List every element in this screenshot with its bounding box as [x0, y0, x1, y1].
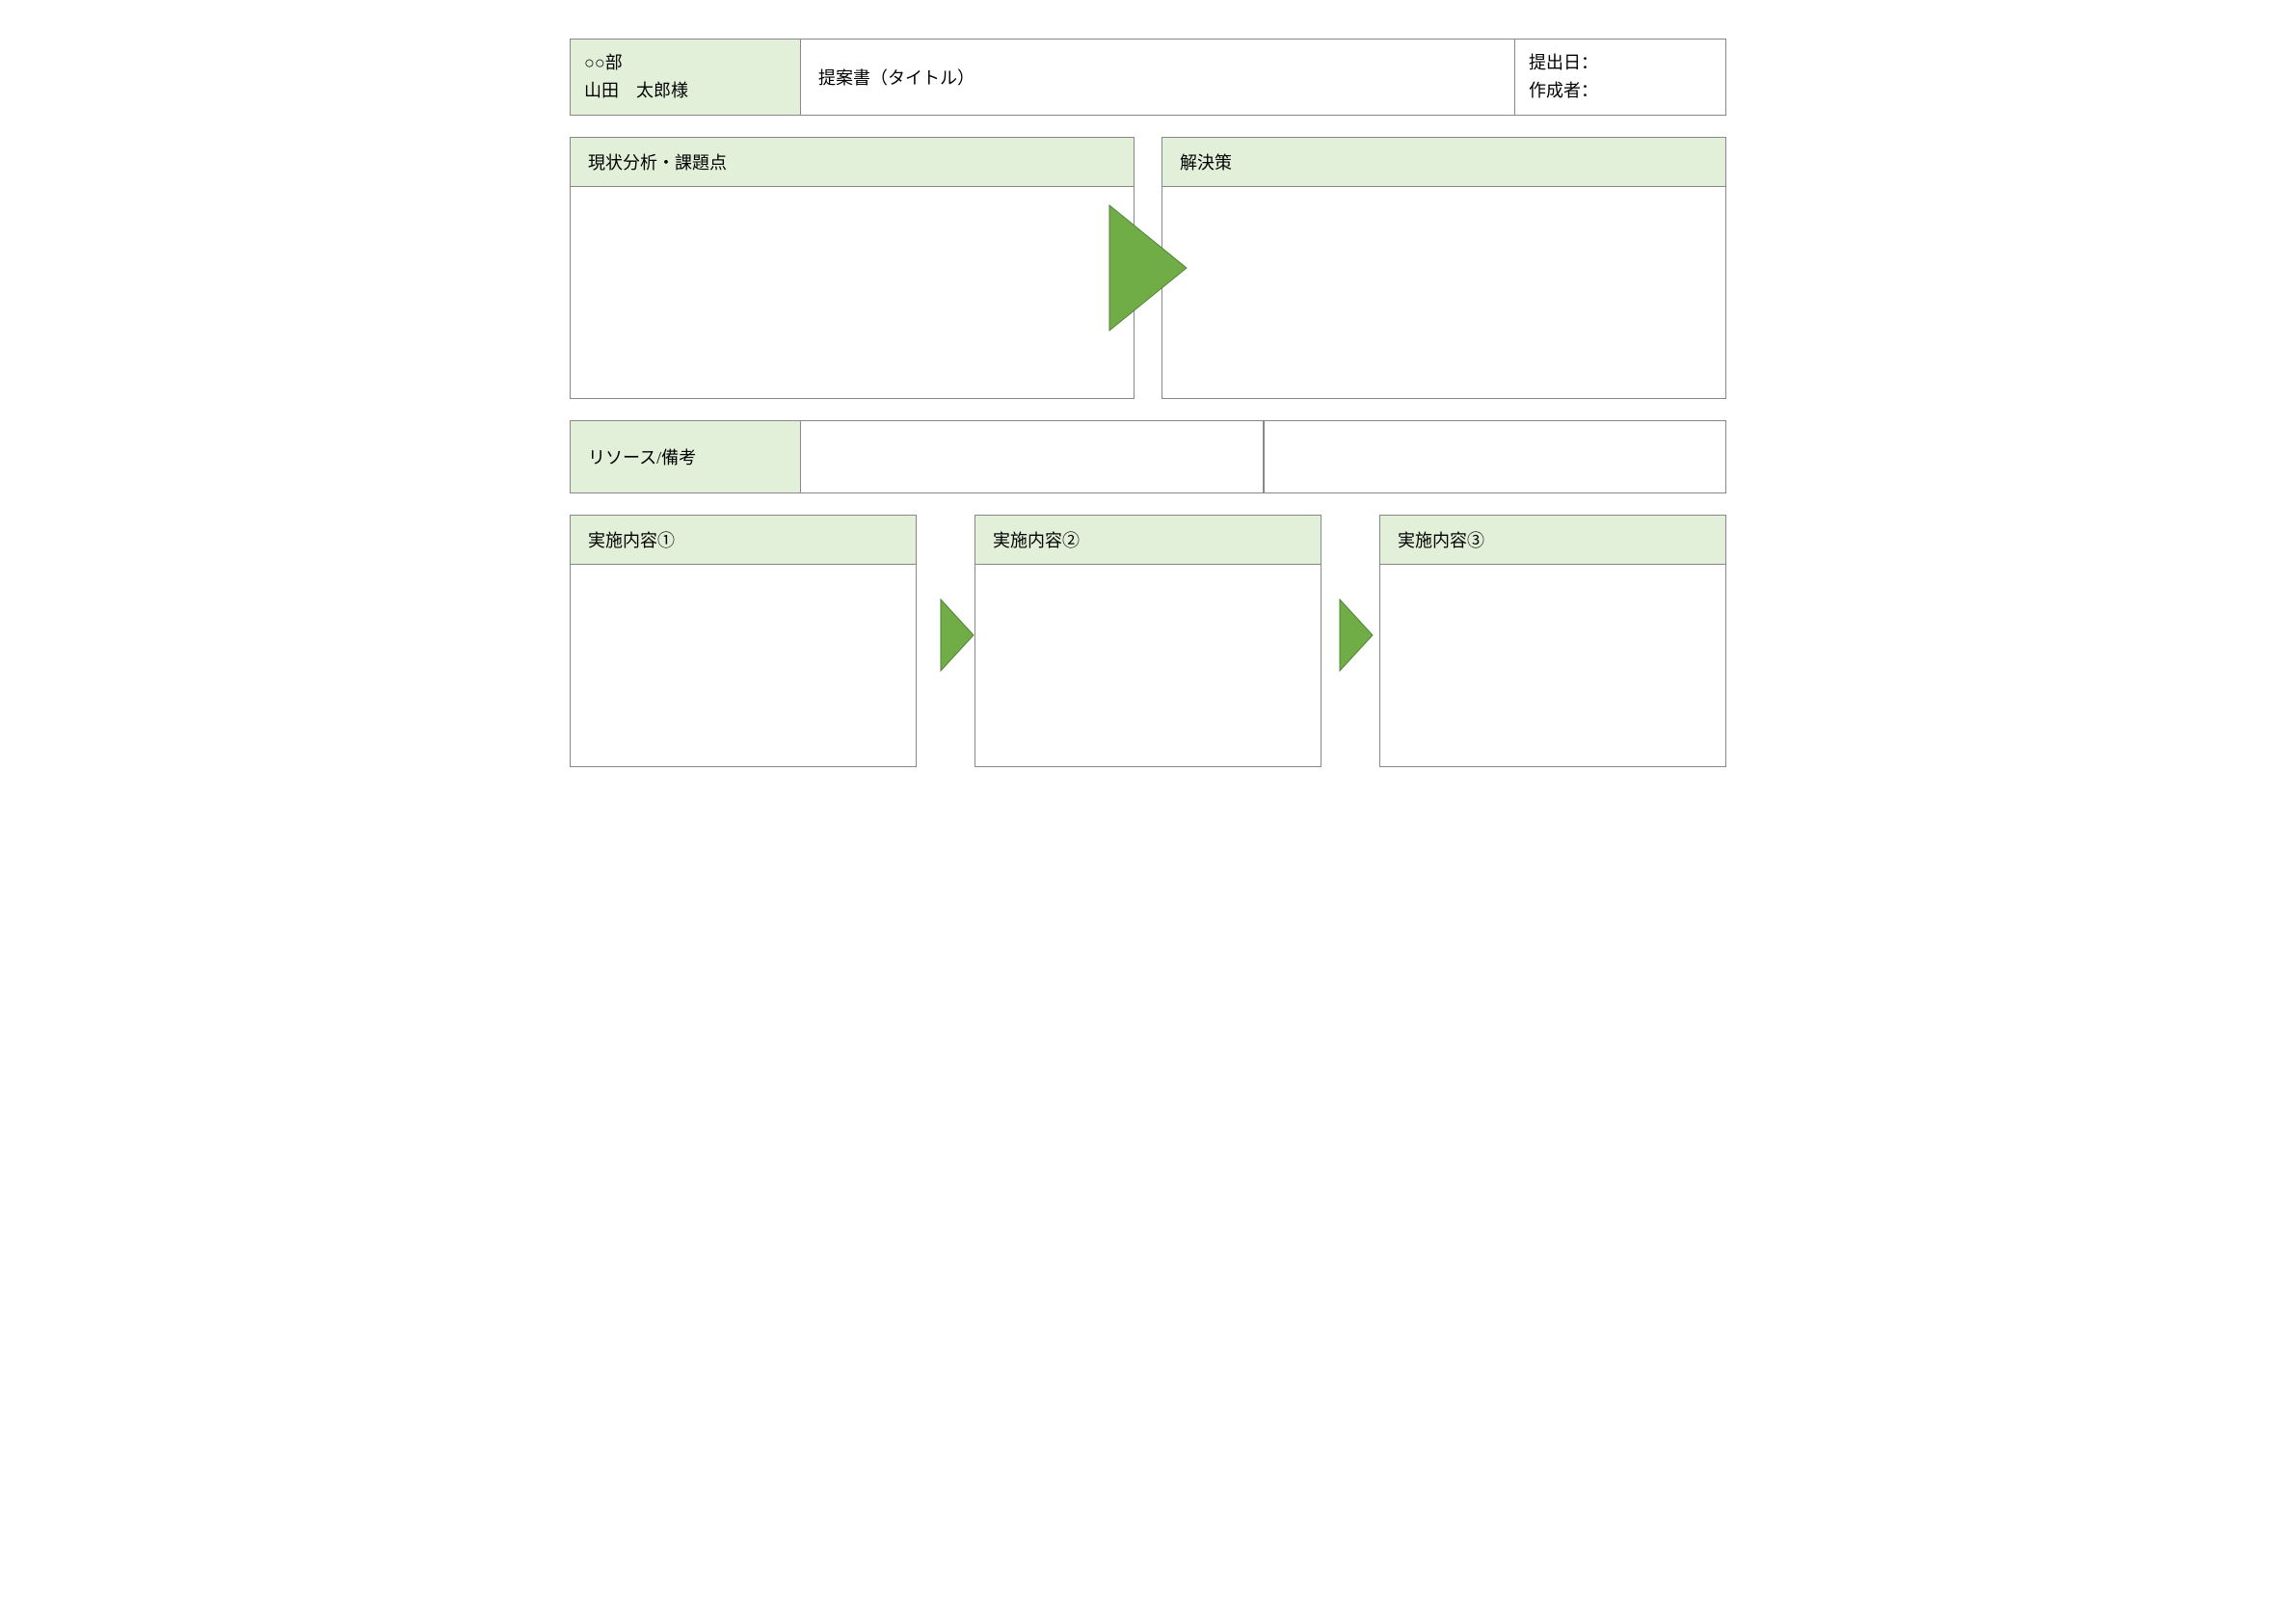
solution-panel: 解決策 — [1161, 137, 1726, 399]
steps-row: 実施内容① 実施内容② 実施内容③ — [570, 515, 1726, 767]
arrow-right-small-icon — [938, 597, 976, 674]
step-1: 実施内容① — [570, 515, 917, 767]
title-text: 提案書（タイトル） — [818, 65, 974, 90]
resources-row: リソース/備考 — [570, 420, 1726, 493]
proposal-template: ○○部 山田 太郎様 提案書（タイトル） 提出日： 作成者： 現状分析・課題点 … — [570, 39, 1726, 767]
step-2-body — [974, 565, 1322, 767]
meta-box: 提出日： 作成者： — [1514, 39, 1726, 116]
solution-body — [1161, 187, 1726, 399]
recipient-name: 山田 太郎様 — [584, 77, 787, 105]
department-text: ○○部 — [584, 49, 787, 77]
author-label: 作成者： — [1529, 77, 1712, 105]
resources-label: リソース/備考 — [570, 420, 801, 493]
step-3-title: 実施内容③ — [1379, 515, 1726, 565]
resources-cell-1 — [801, 420, 1264, 493]
step-3: 実施内容③ — [1379, 515, 1726, 767]
step-1-title: 実施内容① — [570, 515, 917, 565]
date-label: 提出日： — [1529, 49, 1712, 77]
analysis-title: 現状分析・課題点 — [570, 137, 1135, 187]
analysis-solution-row: 現状分析・課題点 解決策 — [570, 137, 1726, 399]
arrow-right-small-icon — [1337, 597, 1375, 674]
title-box: 提案書（タイトル） — [801, 39, 1514, 116]
analysis-panel: 現状分析・課題点 — [570, 137, 1135, 399]
step-1-body — [570, 565, 917, 767]
resources-cell-2 — [1264, 420, 1727, 493]
analysis-body — [570, 187, 1135, 399]
header-row: ○○部 山田 太郎様 提案書（タイトル） 提出日： 作成者： — [570, 39, 1726, 116]
step-2: 実施内容② — [974, 515, 1322, 767]
step-2-title: 実施内容② — [974, 515, 1322, 565]
solution-title: 解決策 — [1161, 137, 1726, 187]
recipient-box: ○○部 山田 太郎様 — [570, 39, 801, 116]
step-3-body — [1379, 565, 1726, 767]
